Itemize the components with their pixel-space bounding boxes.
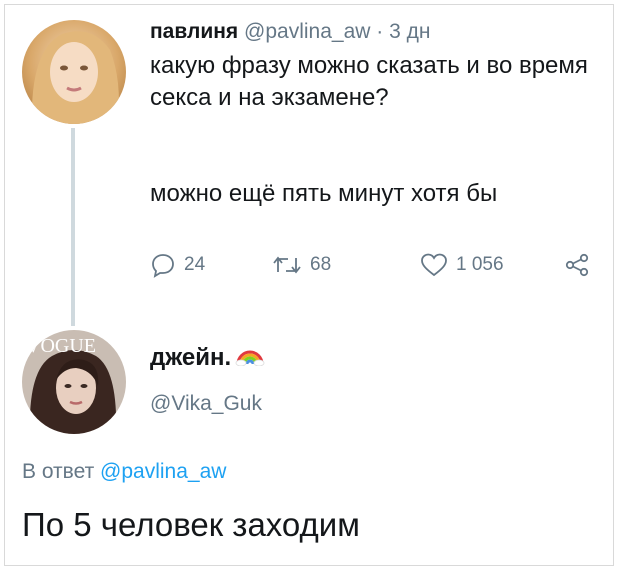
reply-author-name: джейн.	[150, 343, 232, 371]
like-count: 1 056	[456, 254, 504, 275]
thread-connector-line	[71, 128, 75, 326]
rainbow-icon	[235, 342, 265, 373]
author-name[interactable]: павлиня	[150, 20, 238, 43]
share-action[interactable]	[564, 250, 590, 280]
tweet-header: павлиня @pavlina_aw · 3 дн	[150, 18, 430, 46]
tweet-text-answer: можно ещё пять минут хотя бы	[150, 180, 498, 207]
reply-icon	[150, 252, 176, 278]
author-avatar[interactable]	[22, 20, 126, 124]
retweet-icon	[272, 252, 302, 278]
reply-author-name-row[interactable]: джейн.	[150, 342, 265, 373]
reply-author-handle[interactable]: @Vika_Guk	[150, 392, 262, 416]
reply-author-avatar[interactable]: VOGUE	[22, 330, 126, 434]
header-separator: ·	[376, 20, 384, 43]
reply-action[interactable]: 24	[150, 250, 205, 280]
tweet-actions: 24 68 1 056	[150, 250, 596, 280]
reply-to-line: В ответ @pavlina_aw	[22, 460, 226, 484]
tweet-text: какую фразу можно сказать и во время сек…	[150, 50, 590, 210]
author-handle[interactable]: @pavlina_aw	[244, 20, 370, 43]
tweet-time[interactable]: 3 дн	[389, 20, 430, 43]
reply-to-prefix: В ответ	[22, 460, 95, 483]
like-action[interactable]: 1 056	[420, 250, 504, 280]
tweet-text-question: какую фразу можно сказать и во время сек…	[150, 52, 588, 111]
reply-to-handle-link[interactable]: @pavlina_aw	[100, 460, 226, 483]
retweet-count: 68	[310, 254, 332, 275]
like-icon	[420, 252, 448, 278]
reply-text: По 5 человек заходим	[22, 506, 360, 543]
reply-count: 24	[184, 254, 206, 275]
share-icon	[564, 252, 590, 278]
retweet-action[interactable]: 68	[272, 250, 331, 280]
